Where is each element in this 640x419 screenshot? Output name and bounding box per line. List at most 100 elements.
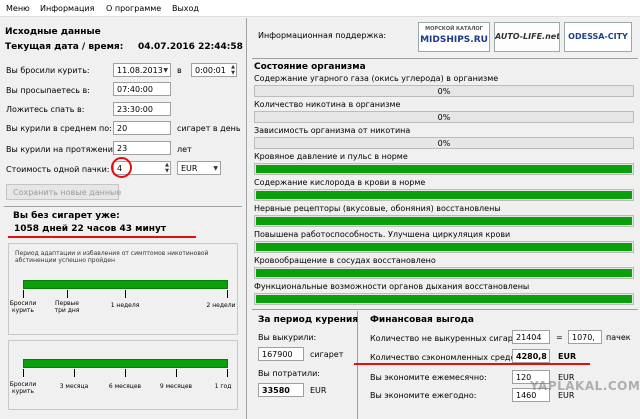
progress-fill: [256, 217, 632, 225]
red-underline-annotation: [8, 236, 196, 238]
midships-logo-main: MIDSHIPS.RU: [420, 35, 488, 45]
chevron-down-icon[interactable]: ▼: [213, 165, 218, 172]
timeline-label: 9 месяцев: [159, 383, 193, 390]
quit-date-label: Вы бросили курить:: [6, 66, 90, 75]
years-label: Вы курили на протяжении:: [6, 145, 121, 154]
equals-sign: =: [556, 333, 563, 342]
spent-field: 33580: [258, 383, 304, 397]
right-panel: Информационная поддержка: МОРСКОЙ КАТАЛО…: [250, 18, 640, 419]
years-field[interactable]: 23: [113, 141, 171, 155]
saved-label: Количество сэкономленных средств:: [370, 353, 527, 362]
timeline-tick: [23, 369, 24, 377]
sleep-field[interactable]: 23:30:00: [113, 102, 171, 116]
adaptation-text: Период адаптации и избавления от симптом…: [15, 250, 209, 264]
adaptation-bar: [23, 280, 228, 289]
state-title: Состояние организма: [254, 62, 366, 72]
timeline-label: 1 год: [214, 383, 232, 390]
timeline-label: 3 месяца: [59, 383, 89, 390]
state-row-label: Кровообращение в сосудах восстановлено: [254, 256, 436, 265]
period-box: За период курения Вы выкурили: 167900 си…: [252, 311, 358, 419]
finance-title: Финансовая выгода: [370, 315, 475, 325]
timeline-label: Первые три дня: [54, 300, 80, 314]
save-button[interactable]: Сохранить новые данные: [6, 184, 122, 200]
menu-item-exit[interactable]: Выход: [172, 4, 199, 13]
smoked-label: Вы выкурили:: [258, 333, 317, 342]
progress-fill: [256, 191, 632, 199]
timeline-tick: [176, 369, 177, 377]
progress-fill: [256, 243, 632, 251]
spent-unit: EUR: [310, 386, 327, 395]
year-box: Бросили курить 3 месяца 6 месяцев 9 меся…: [8, 340, 238, 410]
timeline-tick: [23, 290, 24, 298]
state-row-label: Функциональные возможности органов дыхан…: [254, 282, 530, 291]
smoked-field: 167900: [258, 347, 304, 361]
left-panel: Исходные данные Текущая дата / время: 04…: [0, 18, 246, 419]
divider: [4, 206, 242, 207]
quit-in-label: в: [177, 66, 182, 75]
state-row-label: Содержание кислорода в крови в норме: [254, 178, 426, 187]
wake-label: Вы просыпаетесь в:: [6, 86, 90, 95]
progress-fill: [256, 269, 632, 277]
save-button-label: Сохранить новые данные: [13, 188, 122, 197]
midships-logo-top: МОРСКОЙ КАТАЛОГ: [425, 26, 483, 32]
avg-unit: сигарет в день: [177, 124, 241, 133]
state-progress-bar: [254, 215, 634, 227]
dropdown-arrow-icon[interactable]: ▼: [163, 67, 168, 74]
saved-value: 4280,8: [516, 352, 547, 361]
avg-label: Вы курили в среднем по:: [6, 124, 112, 133]
price-label: Стоимость одной пачки:: [6, 165, 110, 174]
quit-date-field[interactable]: 11.08.2013 ▼: [113, 63, 171, 77]
quit-time-value: 0:00:01: [195, 66, 226, 75]
current-datetime-label: Текущая дата / время:: [5, 42, 124, 52]
monthly-label: Вы экономите ежемесячно:: [370, 373, 487, 382]
progress-text: 0%: [437, 87, 451, 96]
midships-logo[interactable]: МОРСКОЙ КАТАЛОГ MIDSHIPS.RU: [418, 22, 490, 52]
spinner-icon[interactable]: ▲ ▼: [165, 162, 169, 174]
state-progress-bar: [254, 293, 634, 305]
timeline-tick: [125, 290, 126, 298]
state-progress-bar: [254, 267, 634, 279]
without-label: Вы без сигарет уже:: [13, 211, 120, 221]
timeline-tick: [67, 290, 68, 298]
quit-time-field[interactable]: 0:00:01 ▲ ▼: [191, 63, 237, 77]
adaptation-box: Период адаптации и избавления от симптом…: [8, 243, 238, 335]
timeline-label: Бросили курить: [9, 381, 37, 395]
menu-item-about[interactable]: О программе: [106, 4, 161, 13]
wake-field[interactable]: 07:40:00: [113, 82, 171, 96]
smoked-value: 167900: [262, 350, 293, 359]
state-row-label: Кровяное давление и пульс в норме: [254, 152, 408, 161]
state-progress-bar: 0%: [254, 137, 634, 149]
state-progress-bar: [254, 241, 634, 253]
spinner-icon[interactable]: ▲ ▼: [231, 64, 235, 76]
menu-item-info[interactable]: Информация: [40, 4, 94, 13]
state-progress-bar: 0%: [254, 111, 634, 123]
state-row-label: Нервные рецепторы (вкусовые, обоняния) в…: [254, 204, 501, 213]
state-rows: Содержание угарного газа (окись углерода…: [252, 74, 636, 314]
menu-item-main[interactable]: Меню: [6, 4, 30, 13]
autolife-logo[interactable]: AUTO-LIFE.net: [494, 22, 560, 52]
currency-select[interactable]: EUR ▼: [177, 161, 221, 175]
state-progress-bar: [254, 163, 634, 175]
watermark: YAPLAKAL.COM: [530, 379, 640, 393]
panel-divider: [246, 18, 247, 419]
state-row-label: Количество никотина в организме: [254, 100, 401, 109]
state-row-label: Повышена работоспособность. Улучшена цир…: [254, 230, 511, 239]
divider: [252, 58, 638, 59]
finance-box: Финансовая выгода Количество не выкуренн…: [354, 311, 640, 419]
spent-value: 33580: [262, 386, 290, 395]
notsmoked-value: 21404: [516, 333, 542, 342]
red-underline-annotation: [354, 363, 590, 365]
progress-text: 0%: [437, 139, 451, 148]
timeline-tick: [74, 369, 75, 377]
avg-field[interactable]: 20: [113, 121, 171, 135]
state-progress-bar: [254, 189, 634, 201]
avg-value: 20: [117, 124, 128, 133]
odessa-logo-main: ODESSA-CITY: [568, 32, 628, 41]
timeline-label: 2 недели: [206, 302, 236, 309]
timeline-label: 1 неделя: [110, 302, 140, 309]
current-datetime-value: 04.07.2016 22:44:58: [138, 42, 243, 52]
odessa-logo[interactable]: ODESSA-CITY: [564, 22, 632, 52]
divider: [252, 309, 638, 310]
period-title: За период курения: [258, 315, 359, 325]
timeline-label: 6 месяцев: [108, 383, 142, 390]
